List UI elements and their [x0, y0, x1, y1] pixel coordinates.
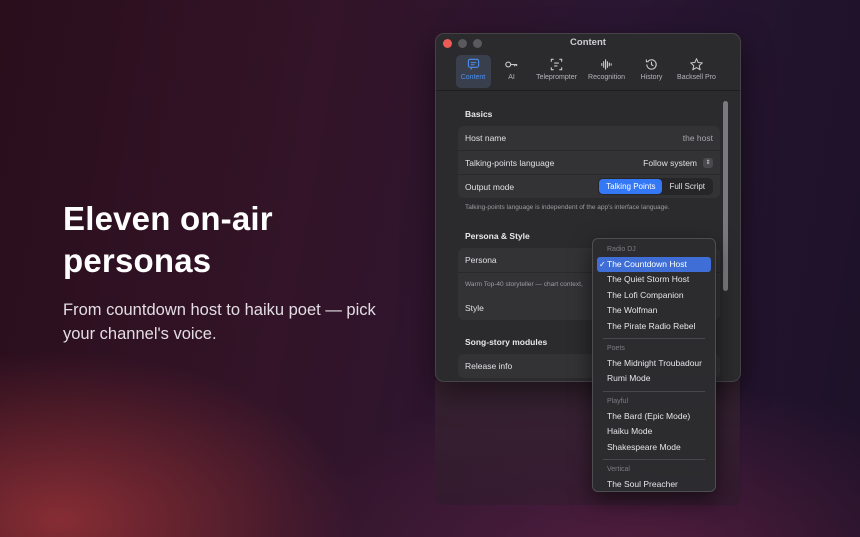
release-info-label: Release info: [465, 361, 513, 371]
menu-group-label: Playful: [607, 397, 629, 405]
style-label: Style: [465, 303, 484, 313]
chevron-up-down-icon: ⇕: [703, 157, 713, 168]
teleprompter-icon: [550, 58, 563, 71]
menu-item-soul-preacher[interactable]: The Soul Preacher: [597, 477, 711, 491]
hero-subtitle: From countdown host to haiku poet — pick…: [63, 301, 376, 343]
tab-label: History: [640, 74, 663, 81]
menu-item-bard-epic-mode[interactable]: The Bard (Epic Mode): [597, 409, 711, 424]
output-mode-segmented-control: Talking Points Full Script: [598, 178, 713, 195]
menu-item-haiku-mode[interactable]: Haiku Mode: [597, 424, 711, 439]
host-name-label: Host name: [465, 133, 507, 143]
menu-item-wolfman[interactable]: The Wolfman: [597, 303, 711, 318]
menu-item-rumi-mode[interactable]: Rumi Mode: [597, 371, 711, 386]
language-row: Talking-points language Follow system ⇕: [458, 150, 720, 174]
tab-label: Content: [460, 74, 486, 81]
title-bar: Content: [436, 34, 740, 54]
segment-full-script[interactable]: Full Script: [662, 179, 712, 194]
menu-separator: [603, 458, 705, 460]
menu-item-pirate-radio-rebel[interactable]: The Pirate Radio Rebel: [597, 319, 711, 334]
tab-content[interactable]: Content: [455, 55, 491, 88]
scrollbar[interactable]: [723, 101, 728, 291]
output-mode-label: Output mode: [465, 181, 515, 192]
history-icon: [645, 59, 657, 70]
menu-item-midnight-troubadour[interactable]: The Midnight Troubadour: [597, 356, 711, 371]
menu-group-label: Vertical: [607, 465, 630, 473]
language-value: Follow system: [643, 157, 697, 168]
menu-item-quiet-storm-host[interactable]: The Quiet Storm Host: [597, 272, 711, 287]
key-icon: [505, 61, 518, 68]
tab-history[interactable]: History: [633, 55, 671, 88]
language-label: Talking-points language: [465, 157, 555, 168]
close-button[interactable]: [443, 39, 452, 48]
star-icon: [690, 58, 703, 71]
tab-ai[interactable]: AI: [493, 55, 531, 88]
tab-teleprompter[interactable]: Teleprompter: [533, 55, 581, 88]
zoom-button[interactable]: [473, 39, 482, 48]
persona-label: Persona: [465, 255, 497, 265]
menu-group-label: Radio DJ: [607, 246, 636, 253]
host-name-row: Host name the host: [458, 126, 720, 150]
minimize-button[interactable]: [458, 39, 467, 48]
language-note: Talking-points language is independent o…: [465, 204, 670, 211]
waveform-icon: [601, 59, 612, 70]
hero-title: Eleven on-air personas: [63, 200, 273, 279]
hero: Eleven on-air personas From countdown ho…: [63, 198, 393, 346]
preferences-toolbar: Content AI Teleprompter Recognition Hist…: [436, 54, 740, 88]
language-select[interactable]: Follow system ⇕: [643, 157, 713, 168]
menu-separator: [603, 337, 705, 339]
content-icon: [467, 58, 479, 70]
output-mode-row: Output mode Talking Points Full Script: [458, 174, 720, 198]
traffic-lights: [443, 39, 482, 48]
tab-label: AI: [508, 74, 515, 81]
tab-label: Backsell Pro: [677, 74, 716, 81]
host-name-field[interactable]: the host: [683, 133, 713, 143]
persona-dropdown-menu: Radio DJ ✓ The Countdown Host The Quiet S…: [592, 238, 716, 492]
checkmark-icon: ✓: [599, 260, 606, 269]
menu-group-label: Poets: [607, 344, 625, 352]
menu-item-countdown-host[interactable]: ✓ The Countdown Host: [597, 257, 711, 273]
section-title-basics: Basics: [465, 109, 493, 119]
tab-backsell-pro[interactable]: Backsell Pro: [673, 55, 721, 88]
tab-recognition[interactable]: Recognition: [583, 55, 631, 88]
tab-label: Recognition: [588, 74, 625, 81]
basics-group: Host name the host Talking-points langua…: [458, 126, 720, 198]
menu-item-lofi-companion[interactable]: The Lofi Companion: [597, 288, 711, 303]
segment-talking-points[interactable]: Talking Points: [599, 179, 663, 194]
menu-item-shakespeare-mode[interactable]: Shakespeare Mode: [597, 440, 711, 455]
menu-separator: [603, 390, 705, 392]
tab-label: Teleprompter: [536, 74, 577, 81]
